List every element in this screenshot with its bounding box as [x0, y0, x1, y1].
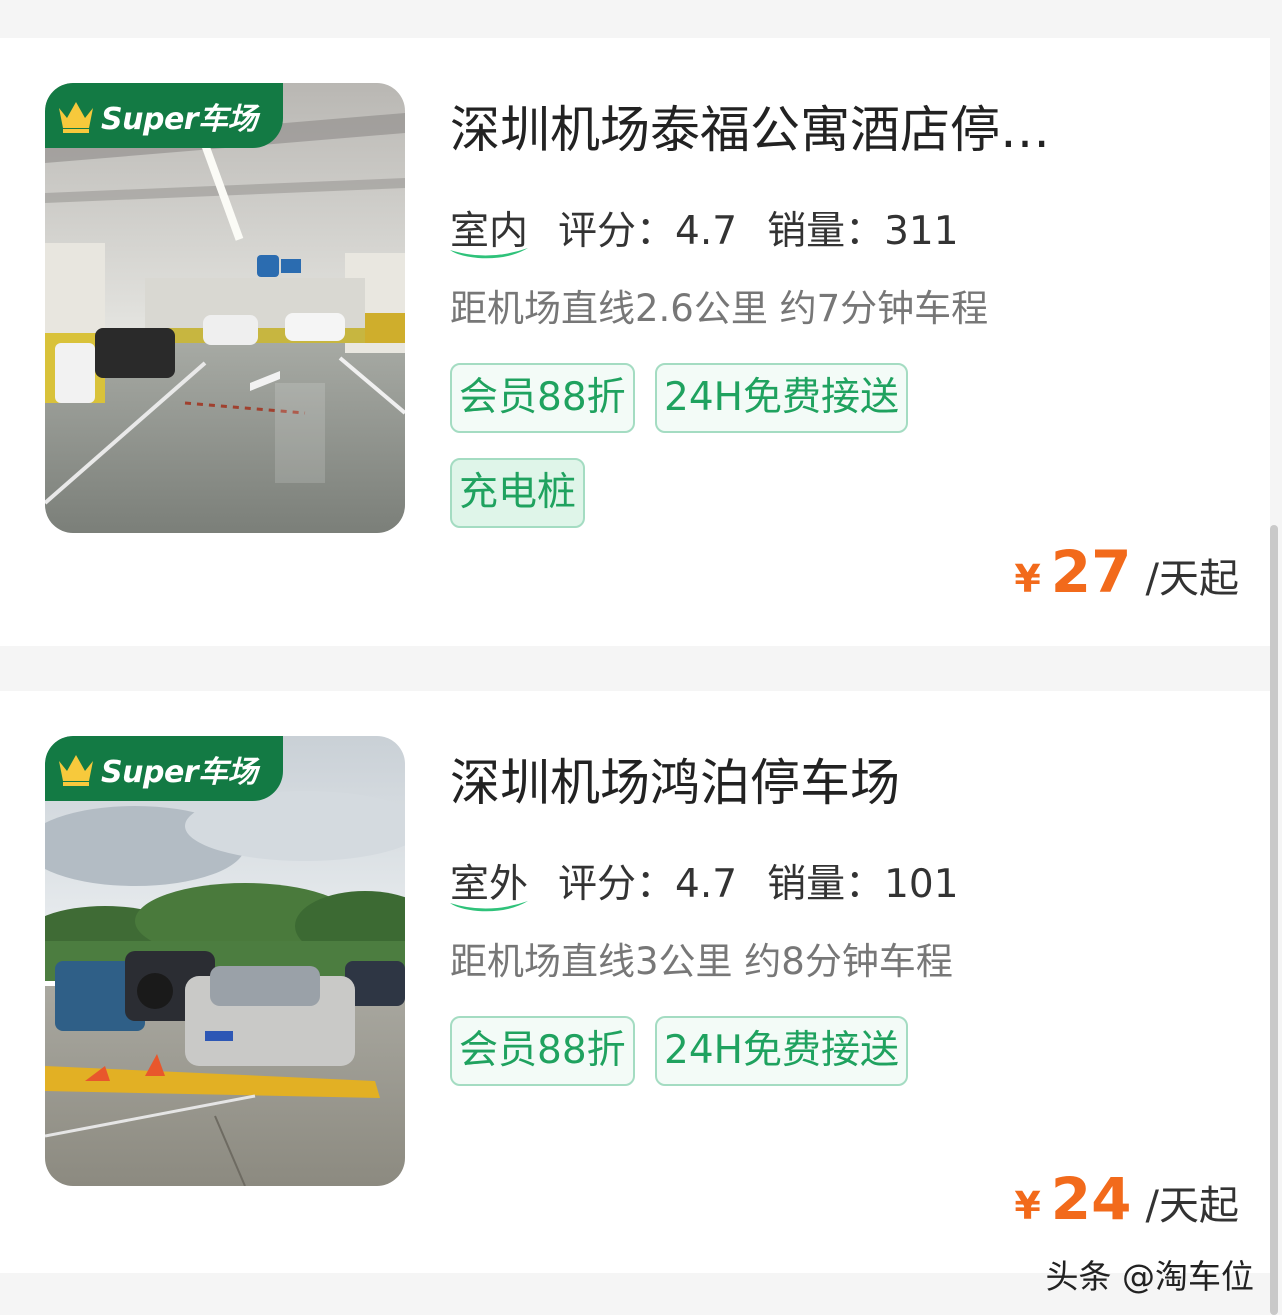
price: ¥ 27 /天起	[1014, 538, 1239, 606]
watermark: 头条 @淘车位	[1045, 1257, 1255, 1296]
tag-free-shuttle: 24H免费接送	[655, 1016, 908, 1086]
distance-text: 距机场直线3公里 约8分钟车程	[450, 940, 953, 983]
tag-member-discount: 会员88折	[450, 363, 635, 433]
parking-listing-card[interactable]: Super车场 深圳机场泰福公寓酒店停车场 室内 评分：4.7 销量：311 距…	[0, 38, 1270, 646]
price-amount: 24	[1050, 1165, 1132, 1233]
crown-icon	[59, 101, 93, 133]
currency-symbol: ¥	[1014, 557, 1041, 601]
indoor-garage-image	[45, 83, 405, 533]
rating: 评分：4.7	[558, 209, 738, 254]
location-type-label: 室内	[450, 200, 528, 259]
super-parking-badge: Super车场	[45, 83, 283, 148]
listing-photo[interactable]: Super车场	[45, 736, 405, 1186]
badge-label: Super车场	[101, 101, 258, 137]
currency-symbol: ¥	[1014, 1184, 1041, 1228]
super-parking-badge: Super车场	[45, 736, 283, 801]
outdoor-lot-image	[45, 736, 405, 1186]
listing-meta: 室内 评分：4.7 销量：311	[450, 200, 959, 259]
crown-icon	[59, 754, 93, 786]
price-unit: /天起	[1145, 1183, 1239, 1229]
distance-text: 距机场直线2.6公里 约7分钟车程	[450, 287, 989, 330]
price-unit: /天起	[1145, 556, 1239, 602]
price: ¥ 24 /天起	[1014, 1165, 1239, 1233]
rating: 评分：4.7	[558, 862, 738, 907]
location-type-label: 室外	[450, 853, 528, 912]
sales-count: 销量：311	[767, 209, 959, 254]
listing-title[interactable]: 深圳机场鸿泊停车场	[450, 743, 1090, 815]
listing-meta: 室外 评分：4.7 销量：101	[450, 853, 959, 912]
tag-charging-pile: 充电桩	[450, 458, 586, 528]
listing-title[interactable]: 深圳机场泰福公寓酒店停车场	[450, 90, 1090, 162]
sales-count: 销量：101	[767, 862, 959, 907]
tag-free-shuttle: 24H免费接送	[655, 363, 908, 433]
tag-member-discount: 会员88折	[450, 1016, 635, 1086]
parking-listing-card[interactable]: Super车场 深圳机场鸿泊停车场 室外 评分：4.7 销量：101 距机场直线…	[0, 691, 1270, 1273]
scrollbar[interactable]	[1270, 525, 1278, 1315]
listing-photo[interactable]: Super车场	[45, 83, 405, 533]
badge-label: Super车场	[101, 754, 258, 790]
price-amount: 27	[1050, 538, 1132, 606]
